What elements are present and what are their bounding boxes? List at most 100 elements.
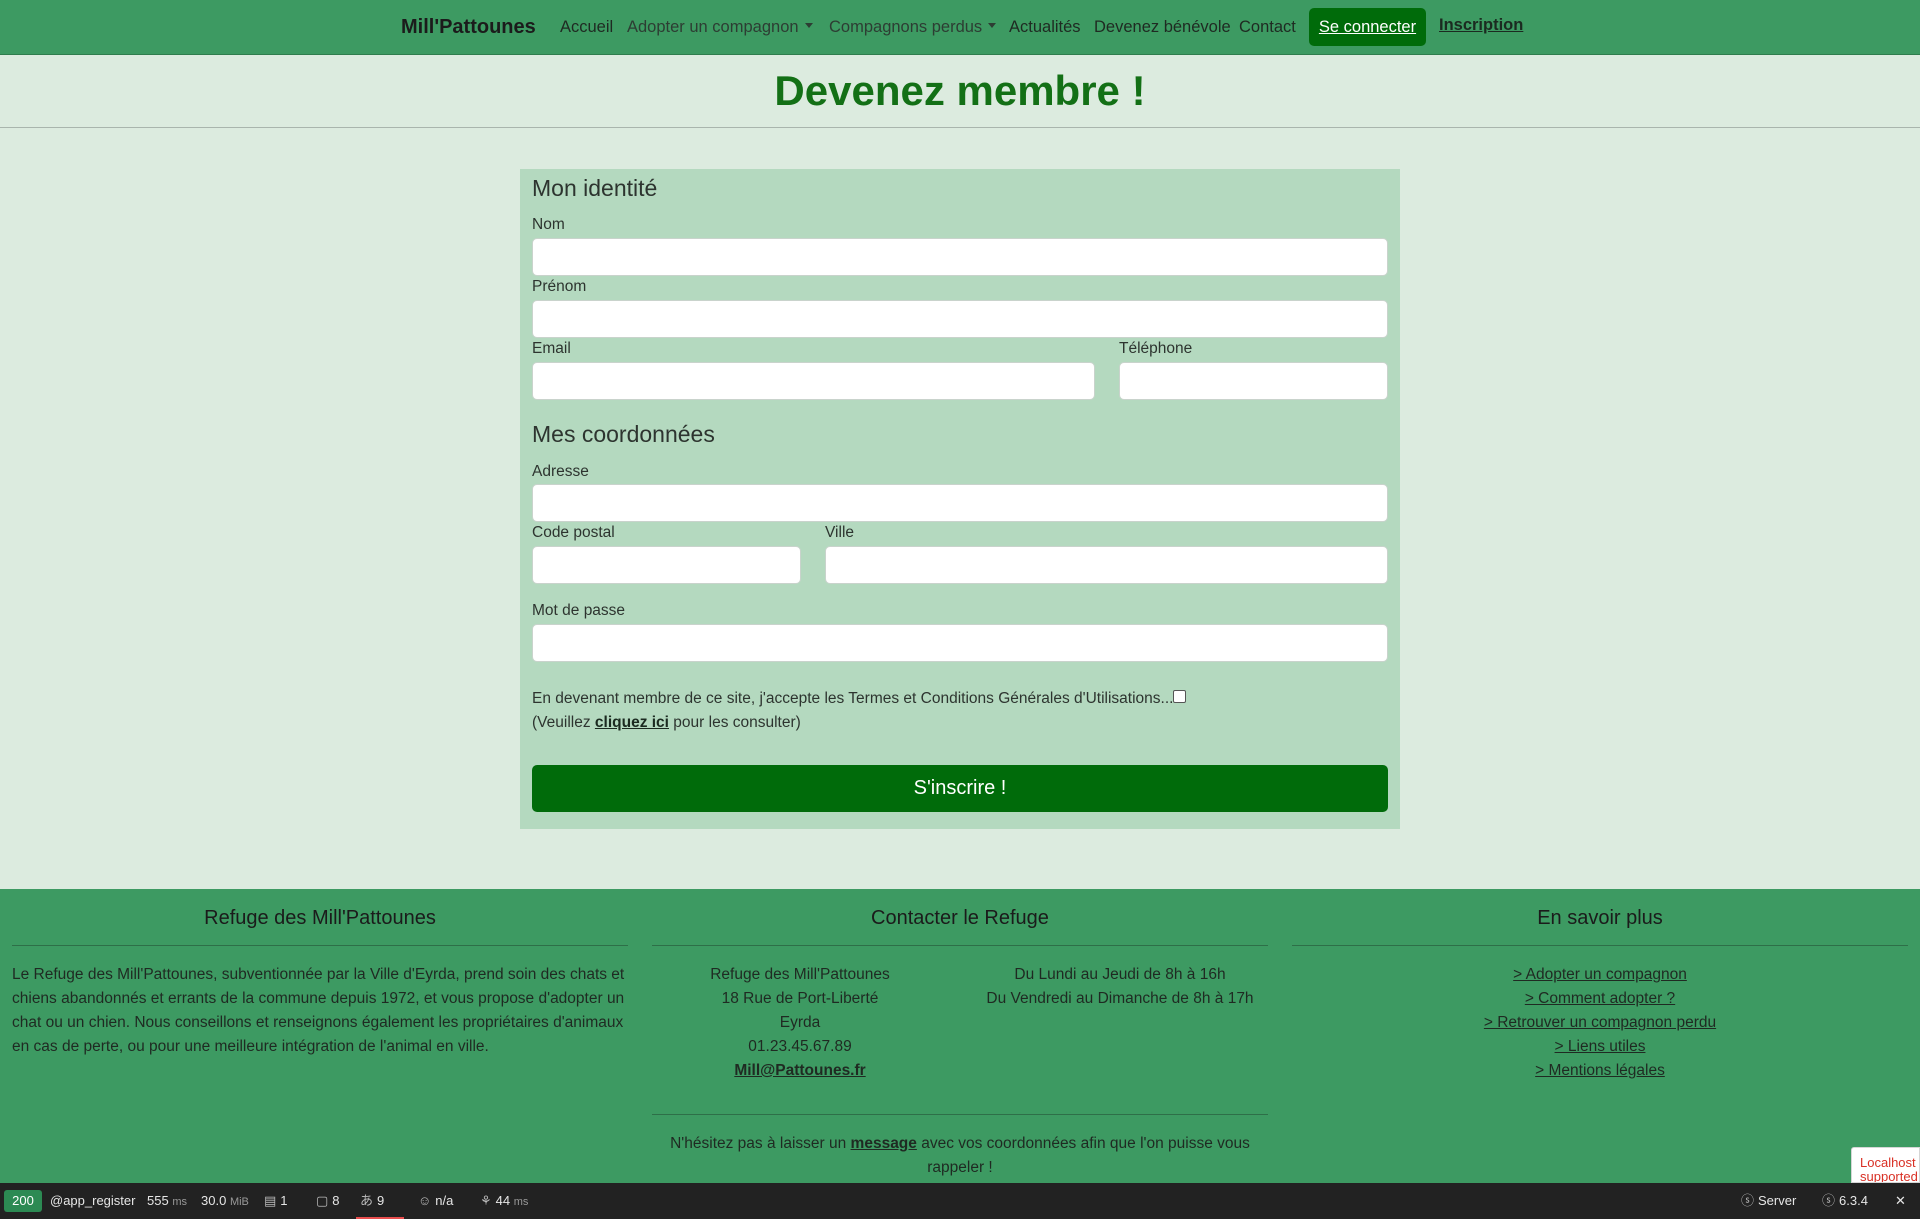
- footer-link-retrouver[interactable]: > Retrouver un compagnon perdu: [1292, 1011, 1908, 1035]
- address-line: Eyrda: [779, 1014, 821, 1031]
- nom-label: Nom: [532, 216, 565, 233]
- coords-section-title: Mes coordonnées: [532, 421, 715, 447]
- twig-icon: ⚘: [480, 1193, 492, 1208]
- footer-link-comment-adopter[interactable]: > Comment adopter ?: [1292, 987, 1908, 1011]
- register-link[interactable]: Inscription: [1439, 16, 1523, 35]
- twig-unit: ms: [513, 1196, 529, 1208]
- message-link[interactable]: message: [851, 1135, 917, 1152]
- footer-link-liens-utiles[interactable]: > Liens utiles: [1292, 1035, 1908, 1059]
- close-toolbar-icon[interactable]: ✕: [1895, 1183, 1906, 1219]
- terms-consult-post: pour les consulter): [669, 714, 801, 731]
- twig-panel[interactable]: ⚘ 44 ms: [480, 1183, 528, 1219]
- nav-item-perdus[interactable]: Compagnons perdus: [829, 18, 997, 37]
- page-title-band: Devenez membre !: [0, 55, 1920, 128]
- user-icon: ☺: [418, 1193, 432, 1208]
- login-button[interactable]: Se connecter: [1309, 8, 1426, 46]
- ville-label: Ville: [825, 524, 855, 541]
- footer-address: Refuge des Mill'Pattounes 18 Rue de Port…: [652, 963, 948, 1083]
- server-label: Server: [1758, 1193, 1797, 1208]
- footer-about-text: Le Refuge des Mill'Pattounes, subvention…: [12, 966, 625, 1055]
- email-link[interactable]: Mill@Pattounes.fr: [652, 1059, 948, 1083]
- navbar: Mill'Pattounes Accueil Adopter un compag…: [0, 0, 1920, 55]
- twig-time: 44: [495, 1193, 511, 1208]
- terms-text: En devenant membre de ce site, j'accepte…: [532, 690, 1174, 707]
- logs-panel[interactable]: ▤ 1: [264, 1183, 288, 1219]
- address-line: Refuge des Mill'Pattounes: [710, 966, 890, 983]
- footer-col3-divider: [1292, 945, 1908, 946]
- nom-input[interactable]: [532, 238, 1388, 276]
- submit-button[interactable]: S'inscrire !: [532, 765, 1388, 812]
- hours-line: Du Vendredi au Dimanche de 8h à 17h: [986, 990, 1254, 1007]
- forms-panel[interactable]: ▢ 8: [316, 1183, 340, 1219]
- translations-count: 9: [377, 1193, 385, 1208]
- nav-item-perdus-label: Compagnons perdus: [829, 18, 983, 36]
- request-time[interactable]: 555 ms: [147, 1183, 187, 1219]
- prenom-input[interactable]: [532, 300, 1388, 338]
- hours-line: Du Lundi au Jeudi de 8h à 16h: [1014, 966, 1226, 983]
- footer-col2-bottom-divider: [652, 1114, 1268, 1115]
- memory-value: 30.0: [201, 1193, 227, 1208]
- logs-count: 1: [280, 1193, 288, 1208]
- recaptcha-badge[interactable]: Localhost supported: [1851, 1147, 1920, 1183]
- nav-item-adopter[interactable]: Adopter un compagnon: [627, 18, 813, 37]
- nav-item-contact[interactable]: Contact: [1239, 18, 1296, 37]
- route-name[interactable]: @app_register: [50, 1183, 135, 1219]
- caret-down-icon: [804, 23, 813, 29]
- footer-link-adopter[interactable]: > Adopter un compagnon: [1292, 963, 1908, 987]
- nav-item-accueil[interactable]: Accueil: [560, 18, 613, 37]
- register-form-card: Mon identité Nom Prénom Email Téléphone …: [520, 169, 1400, 829]
- footer-message: N'hésitez pas à laisser un message avec …: [652, 1132, 1268, 1180]
- terms-consult-line: (Veuillez cliquez ici pour les consulter…: [532, 711, 1186, 735]
- prenom-label: Prénom: [532, 278, 587, 295]
- password-input[interactable]: [532, 624, 1388, 662]
- footer-link-mentions[interactable]: > Mentions légales: [1292, 1059, 1908, 1083]
- telephone-input[interactable]: [1119, 362, 1388, 400]
- caret-down-icon: [988, 23, 997, 29]
- request-time-value: 555: [147, 1193, 169, 1208]
- symfony-debug-toolbar: 200 @app_register 555 ms 30.0 MiB ▤ 1 ▢ 8 …: [0, 1183, 1920, 1219]
- phone-number: 01.23.45.67.89: [748, 1038, 852, 1055]
- user-value: n/a: [435, 1193, 454, 1208]
- message-pre: N'hésitez pas à laisser un: [670, 1135, 851, 1152]
- ville-input[interactable]: [825, 546, 1388, 584]
- terms-consult-pre: (Veuillez: [532, 714, 595, 731]
- identity-section-title: Mon identité: [532, 175, 658, 201]
- symfony-logo-icon: ⓢ: [1822, 1193, 1836, 1208]
- code-postal-label: Code postal: [532, 524, 615, 541]
- address-line: 18 Rue de Port-Liberté: [721, 990, 879, 1007]
- footer-col2-title: Contacter le Refuge: [871, 907, 1049, 929]
- memory-unit: MiB: [229, 1196, 249, 1208]
- nav-item-actualites[interactable]: Actualités: [1009, 18, 1081, 37]
- footer-col2-divider: [652, 945, 1268, 946]
- adresse-label: Adresse: [532, 463, 589, 480]
- nav-item-adopter-label: Adopter un compagnon: [627, 18, 799, 36]
- footer-col1-divider: [12, 945, 628, 946]
- brand-logo-text[interactable]: Mill'Pattounes: [401, 16, 536, 39]
- email-input[interactable]: [532, 362, 1095, 400]
- telephone-label: Téléphone: [1119, 340, 1193, 357]
- adresse-input[interactable]: [532, 484, 1388, 522]
- server-panel[interactable]: ⓢ Server: [1741, 1183, 1796, 1219]
- nav-item-benevole[interactable]: Devenez bénévole: [1094, 18, 1231, 37]
- memory-usage[interactable]: 30.0 MiB: [201, 1183, 249, 1219]
- message-post: avec vos coordonnées afin que l'on puiss…: [916, 1135, 1250, 1176]
- password-label: Mot de passe: [532, 602, 626, 619]
- code-postal-input[interactable]: [532, 546, 801, 584]
- footer-hours: Du Lundi au Jeudi de 8h à 16h Du Vendred…: [960, 963, 1280, 1011]
- terms-checkbox[interactable]: [1173, 690, 1187, 704]
- footer-col3-title: En savoir plus: [1537, 907, 1663, 929]
- terms-line: En devenant membre de ce site, j'accepte…: [532, 687, 1187, 711]
- version-label: 6.3.4: [1839, 1193, 1868, 1208]
- footer: Refuge des Mill'Pattounes Le Refuge des …: [0, 889, 1920, 1183]
- page-title: Devenez membre !: [774, 67, 1146, 114]
- footer-links: > Adopter un compagnon > Comment adopter…: [1292, 963, 1908, 1083]
- symfony-version[interactable]: ⓢ 6.3.4: [1822, 1183, 1868, 1219]
- terms-block: En devenant membre de ce site, j'accepte…: [532, 687, 1187, 735]
- logs-icon: ▤: [264, 1193, 277, 1208]
- terms-link[interactable]: cliquez ici: [595, 714, 669, 731]
- request-time-unit: ms: [172, 1196, 187, 1208]
- translations-panel[interactable]: あ9: [356, 1183, 404, 1219]
- user-panel[interactable]: ☺ n/a: [418, 1183, 453, 1219]
- status-code-badge[interactable]: 200: [4, 1190, 42, 1212]
- forms-icon: ▢: [316, 1193, 329, 1208]
